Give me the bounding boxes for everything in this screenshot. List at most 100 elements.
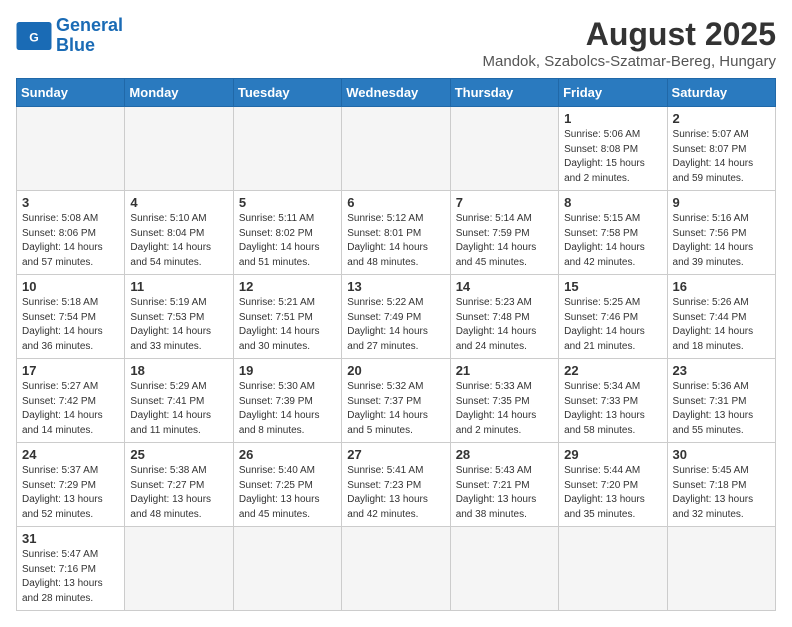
day-number: 13 [347,279,444,294]
day-number: 11 [130,279,227,294]
day-info: Sunrise: 5:47 AM Sunset: 7:16 PM Dayligh… [22,548,119,606]
calendar-day-cell [450,527,558,611]
calendar-day-cell: 14 Sunrise: 5:23 AM Sunset: 7:48 PM Dayli… [450,275,558,359]
calendar-subtitle: Mandok, Szabolcs-Szatmar-Bereg, Hungary [483,53,776,70]
calendar-day-cell: 11 Sunrise: 5:19 AM Sunset: 7:53 PM Dayli… [125,275,233,359]
calendar-day-cell: 28 Sunrise: 5:43 AM Sunset: 7:21 PM Dayli… [450,443,558,527]
day-number: 19 [239,363,336,378]
day-number: 23 [673,363,770,378]
calendar-week-row: 10 Sunrise: 5:18 AM Sunset: 7:54 PM Dayli… [17,275,776,359]
calendar-day-cell [667,527,775,611]
calendar-day-cell [17,107,125,191]
day-info: Sunrise: 5:15 AM Sunset: 7:58 PM Dayligh… [564,212,661,270]
day-number: 28 [456,447,553,462]
calendar-day-cell: 26 Sunrise: 5:40 AM Sunset: 7:25 PM Dayli… [233,443,341,527]
logo-text: GeneralBlue [56,16,123,56]
day-number: 29 [564,447,661,462]
day-number: 14 [456,279,553,294]
day-number: 7 [456,195,553,210]
calendar-day-cell: 20Sunrise: 5:32 AM Sunset: 7:37 PM Dayli… [342,359,450,443]
day-info: Sunrise: 5:23 AM Sunset: 7:48 PM Dayligh… [456,296,553,354]
day-number: 25 [130,447,227,462]
page-header: G GeneralBlue August 2025 Mandok, Szabol… [16,16,776,70]
calendar-day-cell [233,107,341,191]
svg-text:G: G [29,30,39,44]
calendar-day-cell: 19Sunrise: 5:30 AM Sunset: 7:39 PM Dayli… [233,359,341,443]
day-info: Sunrise: 5:14 AM Sunset: 7:59 PM Dayligh… [456,212,553,270]
day-number: 2 [673,111,770,126]
day-number: 26 [239,447,336,462]
calendar-day-cell [125,107,233,191]
day-number: 21 [456,363,553,378]
day-info: Sunrise: 5:36 AM Sunset: 7:31 PM Dayligh… [673,380,770,438]
day-info: Sunrise: 5:25 AM Sunset: 7:46 PM Dayligh… [564,296,661,354]
calendar-day-cell: 27Sunrise: 5:41 AM Sunset: 7:23 PM Dayli… [342,443,450,527]
weekday-header: Saturday [667,79,775,107]
day-number: 10 [22,279,119,294]
logo-icon: G [16,22,52,50]
calendar-day-cell: 23 Sunrise: 5:36 AM Sunset: 7:31 PM Dayli… [667,359,775,443]
weekday-header: Wednesday [342,79,450,107]
day-info: Sunrise: 5:29 AM Sunset: 7:41 PM Dayligh… [130,380,227,438]
calendar-day-cell: 6Sunrise: 5:12 AM Sunset: 8:01 PM Daylig… [342,191,450,275]
day-number: 15 [564,279,661,294]
calendar-day-cell: 13 Sunrise: 5:22 AM Sunset: 7:49 PM Dayli… [342,275,450,359]
calendar-day-cell: 29 Sunrise: 5:44 AM Sunset: 7:20 PM Dayli… [559,443,667,527]
calendar-day-cell: 7 Sunrise: 5:14 AM Sunset: 7:59 PM Daylig… [450,191,558,275]
calendar-day-cell: 12Sunrise: 5:21 AM Sunset: 7:51 PM Dayli… [233,275,341,359]
logo: G GeneralBlue [16,16,123,56]
calendar-day-cell: 4 Sunrise: 5:10 AM Sunset: 8:04 PM Daylig… [125,191,233,275]
day-info: Sunrise: 5:22 AM Sunset: 7:49 PM Dayligh… [347,296,444,354]
calendar-day-cell: 30 Sunrise: 5:45 AM Sunset: 7:18 PM Dayli… [667,443,775,527]
day-info: Sunrise: 5:37 AM Sunset: 7:29 PM Dayligh… [22,464,119,522]
day-info: Sunrise: 5:34 AM Sunset: 7:33 PM Dayligh… [564,380,661,438]
day-info: Sunrise: 5:18 AM Sunset: 7:54 PM Dayligh… [22,296,119,354]
weekday-header: Tuesday [233,79,341,107]
day-number: 31 [22,531,119,546]
calendar-day-cell: 16Sunrise: 5:26 AM Sunset: 7:44 PM Dayli… [667,275,775,359]
day-number: 3 [22,195,119,210]
day-number: 27 [347,447,444,462]
calendar-week-row: 17Sunrise: 5:27 AM Sunset: 7:42 PM Dayli… [17,359,776,443]
calendar-day-cell: 10 Sunrise: 5:18 AM Sunset: 7:54 PM Dayli… [17,275,125,359]
day-info: Sunrise: 5:44 AM Sunset: 7:20 PM Dayligh… [564,464,661,522]
calendar-day-cell [342,107,450,191]
calendar-day-cell: 21Sunrise: 5:33 AM Sunset: 7:35 PM Dayli… [450,359,558,443]
day-info: Sunrise: 5:06 AM Sunset: 8:08 PM Dayligh… [564,128,661,186]
day-number: 22 [564,363,661,378]
day-number: 17 [22,363,119,378]
day-info: Sunrise: 5:21 AM Sunset: 7:51 PM Dayligh… [239,296,336,354]
calendar-day-cell: 8 Sunrise: 5:15 AM Sunset: 7:58 PM Daylig… [559,191,667,275]
weekday-header: Sunday [17,79,125,107]
day-number: 8 [564,195,661,210]
weekday-header: Monday [125,79,233,107]
calendar-day-cell: 3 Sunrise: 5:08 AM Sunset: 8:06 PM Daylig… [17,191,125,275]
weekday-header: Thursday [450,79,558,107]
day-info: Sunrise: 5:10 AM Sunset: 8:04 PM Dayligh… [130,212,227,270]
day-info: Sunrise: 5:19 AM Sunset: 7:53 PM Dayligh… [130,296,227,354]
day-number: 5 [239,195,336,210]
day-number: 4 [130,195,227,210]
calendar-day-cell: 9Sunrise: 5:16 AM Sunset: 7:56 PM Daylig… [667,191,775,275]
day-info: Sunrise: 5:12 AM Sunset: 8:01 PM Dayligh… [347,212,444,270]
calendar-day-cell [450,107,558,191]
calendar-week-row: 24 Sunrise: 5:37 AM Sunset: 7:29 PM Dayli… [17,443,776,527]
day-number: 24 [22,447,119,462]
calendar-day-cell: 31 Sunrise: 5:47 AM Sunset: 7:16 PM Dayli… [17,527,125,611]
day-info: Sunrise: 5:32 AM Sunset: 7:37 PM Dayligh… [347,380,444,438]
day-info: Sunrise: 5:08 AM Sunset: 8:06 PM Dayligh… [22,212,119,270]
day-info: Sunrise: 5:38 AM Sunset: 7:27 PM Dayligh… [130,464,227,522]
day-info: Sunrise: 5:26 AM Sunset: 7:44 PM Dayligh… [673,296,770,354]
day-number: 30 [673,447,770,462]
calendar-table: SundayMondayTuesdayWednesdayThursdayFrid… [16,78,776,611]
calendar-day-cell: 24 Sunrise: 5:37 AM Sunset: 7:29 PM Dayli… [17,443,125,527]
calendar-title: August 2025 [483,16,776,53]
calendar-day-cell: 17Sunrise: 5:27 AM Sunset: 7:42 PM Dayli… [17,359,125,443]
day-info: Sunrise: 5:43 AM Sunset: 7:21 PM Dayligh… [456,464,553,522]
day-info: Sunrise: 5:40 AM Sunset: 7:25 PM Dayligh… [239,464,336,522]
day-info: Sunrise: 5:45 AM Sunset: 7:18 PM Dayligh… [673,464,770,522]
calendar-day-cell [559,527,667,611]
calendar-day-cell [233,527,341,611]
calendar-week-row: 31 Sunrise: 5:47 AM Sunset: 7:16 PM Dayli… [17,527,776,611]
calendar-day-cell: 5Sunrise: 5:11 AM Sunset: 8:02 PM Daylig… [233,191,341,275]
